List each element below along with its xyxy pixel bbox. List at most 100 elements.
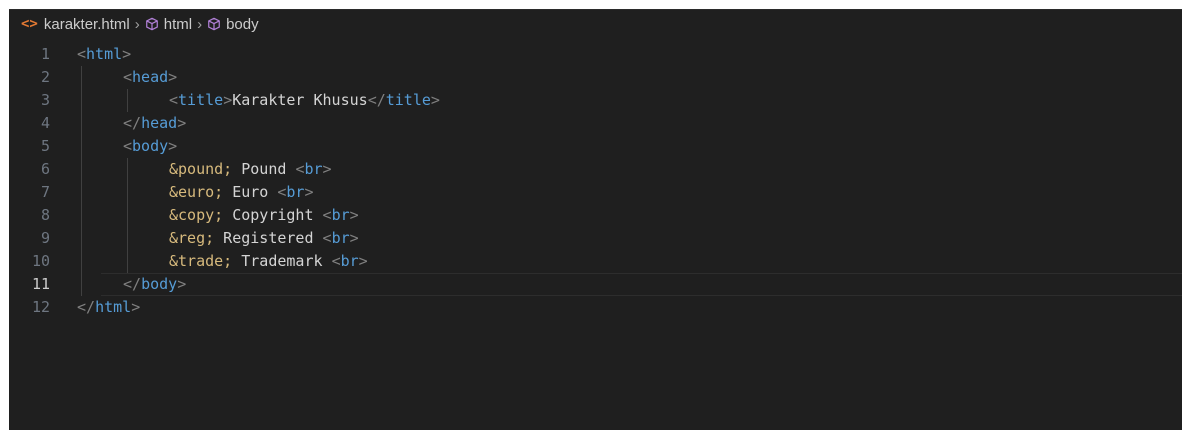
code-token: &euro; — [169, 183, 224, 201]
code-token: &copy; — [169, 206, 224, 224]
code-token: title — [385, 91, 431, 109]
code-token: > — [349, 206, 359, 224]
code-text: </body> — [123, 273, 186, 296]
code-text: &euro; Euro <br> — [169, 181, 314, 204]
code-text: &copy; Copyright <br> — [169, 204, 359, 227]
code-line[interactable]: 4 </head> — [9, 112, 1182, 135]
code-text: </html> — [77, 296, 140, 319]
code-token: < — [322, 206, 332, 224]
code-token: < — [322, 229, 332, 247]
line-number: 12 — [31, 298, 50, 316]
code-text: <head> — [123, 66, 177, 89]
line-number: 9 — [40, 229, 50, 247]
code-token: > — [304, 183, 314, 201]
code-text: &reg; Registered <br> — [169, 227, 359, 250]
code-token: br — [304, 160, 323, 178]
indent-guide — [127, 227, 128, 250]
indent-guide — [81, 66, 82, 89]
code-token: > — [168, 68, 178, 86]
html-file-icon: <> — [21, 16, 38, 32]
code-text: </head> — [123, 112, 186, 135]
line-number: 1 — [40, 45, 50, 63]
code-token: > — [358, 252, 368, 270]
indent-guide — [127, 181, 128, 204]
cube-icon — [208, 17, 220, 31]
breadcrumb-body[interactable]: body — [207, 16, 259, 33]
indent-guide — [127, 158, 128, 181]
code-token: Karakter Khusus — [232, 91, 368, 109]
code-line[interactable]: 3 <title>Karakter Khusus</title> — [9, 89, 1182, 112]
code-text: <title>Karakter Khusus</title> — [169, 89, 440, 112]
code-token: < — [169, 91, 179, 109]
chevron-right-icon: › — [134, 15, 140, 33]
code-line[interactable]: 11 </body> — [9, 273, 1182, 296]
indent-guide — [81, 250, 82, 273]
code-line[interactable]: 5 <body> — [9, 135, 1182, 158]
code-token: > — [168, 137, 178, 155]
cube-icon — [145, 17, 158, 31]
code-token: body — [132, 137, 169, 155]
code-token: Trademark — [232, 252, 332, 270]
code-line[interactable]: 9 &reg; Registered <br> — [9, 227, 1182, 250]
line-number: 8 — [40, 206, 50, 224]
line-number: 10 — [31, 252, 50, 270]
code-token: < — [123, 68, 133, 86]
code-token: Registered — [214, 229, 323, 247]
code-text: <html> — [77, 43, 131, 66]
code-token: </ — [77, 298, 96, 316]
code-line[interactable]: 7 &euro; Euro <br> — [9, 181, 1182, 204]
code-token: body — [141, 275, 178, 293]
code-token: > — [177, 114, 187, 132]
line-number: 6 — [40, 160, 50, 178]
breadcrumb-body-label: body — [226, 15, 259, 33]
indent-guide — [81, 135, 82, 158]
code-token: Pound — [232, 160, 296, 178]
code-token: title — [178, 91, 224, 109]
code-line[interactable]: 1 <html> — [9, 43, 1182, 66]
code-line[interactable]: 8 &copy; Copyright <br> — [9, 204, 1182, 227]
indent-guide — [127, 89, 128, 112]
code-token: head — [141, 114, 178, 132]
breadcrumb-file-label: karakter.html — [43, 15, 130, 33]
code-token: &pound; — [169, 160, 233, 178]
code-token: head — [132, 68, 169, 86]
code-line[interactable]: 6 &pound; Pound <br> — [9, 158, 1182, 181]
code-line[interactable]: 10 &trade; Trademark <br> — [9, 250, 1182, 273]
chevron-right-icon: › — [197, 15, 203, 33]
code-line[interactable]: 2 <head> — [9, 66, 1182, 89]
indent-guide — [81, 227, 82, 250]
code-text: &trade; Trademark <br> — [169, 250, 368, 273]
indent-guide — [81, 204, 82, 227]
line-number: 7 — [40, 183, 50, 201]
current-line-highlight — [101, 273, 1182, 296]
code-token: < — [123, 137, 133, 155]
breadcrumb-html-label: html — [163, 15, 193, 33]
breadcrumb-file[interactable]: <> karakter.html — [21, 16, 130, 33]
code-token: > — [322, 160, 332, 178]
indent-guide — [81, 89, 82, 112]
code-token: > — [131, 298, 141, 316]
breadcrumb: <> karakter.html › html › body — [9, 10, 1182, 38]
code-token: Euro — [223, 183, 278, 201]
code-token: > — [223, 91, 233, 109]
breadcrumb-html[interactable]: html — [145, 16, 192, 33]
indent-guide — [81, 158, 82, 181]
code-token: < — [77, 45, 87, 63]
code-area[interactable]: 1 <html> 2 <head> 3 <title>Karakter Khusus</t… — [9, 43, 1182, 319]
code-line[interactable]: 12 </html> — [9, 296, 1182, 319]
indent-guide — [127, 204, 128, 227]
code-token: br — [340, 252, 359, 270]
code-token: </ — [123, 275, 142, 293]
code-token: > — [122, 45, 132, 63]
code-token: < — [331, 252, 341, 270]
code-token: </ — [123, 114, 142, 132]
code-token: br — [331, 206, 350, 224]
line-number: 3 — [40, 91, 50, 109]
code-editor[interactable]: <> karakter.html › html › body 1 <html> 2 <… — [9, 9, 1182, 430]
code-token: > — [349, 229, 359, 247]
line-number: 11 — [31, 275, 50, 293]
code-token: br — [286, 183, 305, 201]
line-number: 4 — [40, 114, 50, 132]
line-number: 2 — [40, 68, 50, 86]
code-token: html — [86, 45, 123, 63]
